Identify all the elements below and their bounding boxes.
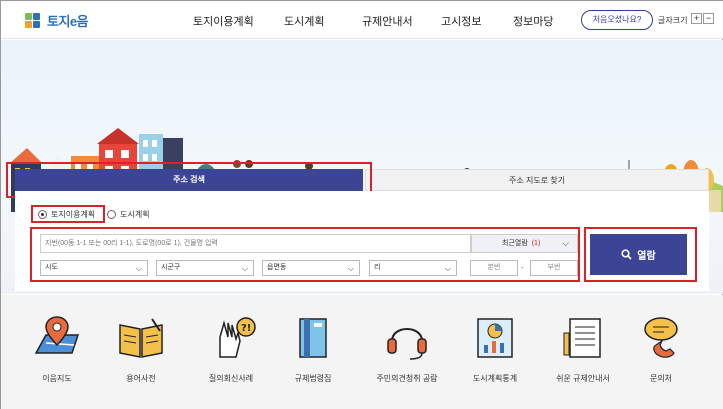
tab-map-search[interactable]: 주소 지도로 찾기 [365,169,709,191]
law-book-icon [299,318,327,358]
nav-notice-info[interactable]: 고시정보 [441,13,481,29]
quick-label-glossary[interactable]: 용어사전 [96,373,186,384]
nav-land-use-plan[interactable]: 토지이용계획 [193,13,254,29]
quick-item-map[interactable] [17,315,97,361]
nav-city-plan[interactable]: 도시계획 [284,13,324,29]
radio-city-plan[interactable] [107,210,117,219]
quick-label-stats[interactable]: 도시계획통계 [450,373,540,384]
highlight-address-fields [30,227,580,282]
logo-mark-icon [25,12,43,29]
question-hand-icon: ?! [219,317,256,358]
quick-label-easy-guide[interactable]: 쉬운 규제안내서 [538,373,628,384]
radio-city-plan-label[interactable]: 도시계획 [120,209,149,220]
font-size-label: 글자크기 [658,16,688,25]
phone-bubble-icon [644,317,678,358]
quick-item-stats[interactable] [455,315,535,361]
font-increase-button[interactable]: + [691,13,702,24]
highlight-radio [31,205,105,223]
nav-regulation-guide[interactable]: 규제안내서 [362,13,413,29]
quick-label-law[interactable]: 규제법령집 [268,373,358,384]
quick-item-contact[interactable] [621,315,701,361]
quick-item-glossary[interactable] [101,315,181,361]
logo[interactable]: 토지e음 [25,11,89,30]
header: 토지e음 토지이용계획 도시계획 규제안내서 고시정보 정보마당 처음오셨나요?… [1,1,723,39]
quick-item-qna[interactable]: ?! [191,315,271,361]
document-pen-icon [563,318,601,358]
open-book-icon [119,318,163,358]
headset-icon [387,328,427,360]
quick-item-easy-guide[interactable] [543,315,623,361]
statistics-board-icon [477,318,513,358]
first-visit-button[interactable]: 처음오셨나요? [581,10,653,30]
quick-label-contact[interactable]: 문의처 [616,373,706,384]
highlight-open-button [584,227,697,282]
quick-label-qna[interactable]: 질의회신사례 [186,373,276,384]
map-pin-icon [34,316,80,354]
quick-item-law[interactable] [273,315,353,361]
font-decrease-button[interactable]: − [703,13,714,24]
nav-info-plaza[interactable]: 정보마당 [513,13,553,29]
logo-text: 토지e음 [47,14,89,29]
quick-item-opinion[interactable] [367,315,447,361]
quick-label-map[interactable]: 이음지도 [12,373,102,384]
quick-label-opinion[interactable]: 주민의견청취 공람 [362,373,452,384]
svg-text:?!: ?! [241,323,251,334]
